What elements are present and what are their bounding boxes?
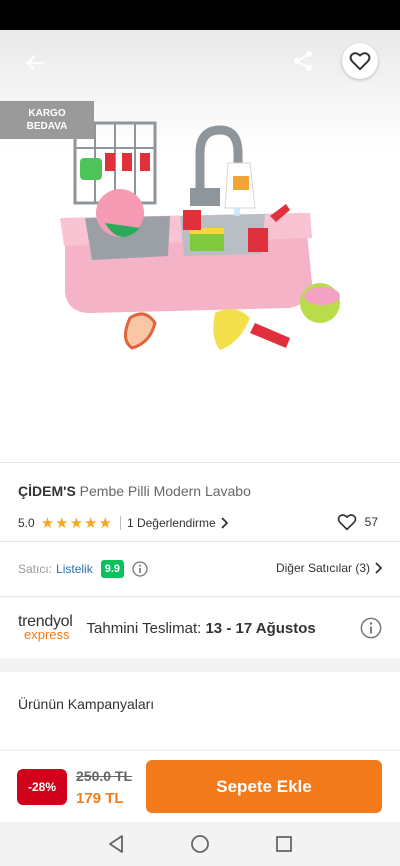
brand-name[interactable]: ÇİDEM'S	[18, 483, 76, 499]
favorite-button[interactable]	[342, 43, 378, 79]
purchase-bar: -28% 250.0 TL 179 TL Sepete Ekle	[0, 750, 400, 822]
nav-home-button[interactable]	[189, 833, 211, 855]
top-navigation	[0, 30, 400, 92]
star-icon: ★	[98, 514, 112, 532]
divider	[0, 541, 400, 542]
likes-count: 57	[364, 515, 378, 529]
star-icon: ★	[55, 514, 69, 532]
other-sellers-label: Diğer Satıcılar (3)	[275, 561, 370, 575]
seller-label: Satıcı:	[18, 562, 53, 576]
rating-score: 5.0	[18, 516, 35, 530]
badge-line-1: KARGO	[28, 108, 66, 119]
trendyol-express-logo: trendyol express	[18, 614, 73, 642]
seller-score-badge: 9.9	[100, 560, 124, 578]
star-icon: ★	[40, 514, 55, 532]
system-navigation-bar	[0, 822, 400, 866]
reviews-label: 1 Değerlendirme	[126, 516, 216, 530]
free-shipping-badge: KARGO BEDAVA	[0, 101, 94, 139]
divider	[0, 596, 400, 597]
logo-sub: express	[24, 627, 70, 642]
chevron-right-icon	[221, 517, 228, 529]
divider	[119, 516, 121, 530]
reviews-link[interactable]: 1 Değerlendirme	[127, 516, 228, 530]
info-circle-icon[interactable]	[360, 617, 382, 639]
back-button[interactable]	[20, 48, 50, 78]
info-circle-icon[interactable]	[132, 561, 148, 577]
nav-recents-button[interactable]	[273, 833, 295, 855]
heart-outline-icon	[337, 514, 356, 531]
arrow-left-icon	[26, 55, 44, 71]
star-icon: ★	[69, 514, 84, 532]
square-recents-icon	[276, 836, 292, 852]
status-bar	[0, 0, 400, 30]
share-icon	[294, 51, 312, 71]
delivery-row: trendyol express Tahmini Teslimat: 13 - …	[18, 610, 382, 646]
rating-stars: ★ ★ ★ ★ ★	[41, 516, 112, 531]
rating-row: 5.0 ★ ★ ★ ★ ★ 1 Değerlendirme 57	[18, 513, 382, 533]
product-title: ÇİDEM'S Pembe Pilli Modern Lavabo	[18, 483, 251, 499]
badge-line-2: BEDAVA	[26, 121, 68, 132]
current-price: 179 TL	[76, 790, 124, 807]
product-name: Pembe Pilli Modern Lavabo	[79, 483, 251, 499]
delivery-dates: 13 - 17 Ağustos	[205, 619, 316, 637]
old-price: 250.0 TL	[76, 768, 133, 784]
triangle-back-icon	[109, 835, 123, 853]
seller-row: Satıcı: Listelik 9.9 Diğer Satıcılar (3)	[18, 558, 382, 580]
discount-badge: -28%	[17, 769, 67, 805]
add-to-cart-button[interactable]: Sepete Ekle	[146, 760, 382, 813]
other-sellers-link[interactable]: Diğer Satıcılar (3)	[276, 561, 382, 575]
delivery-estimate: Tahmini Teslimat: 13 - 17 Ağustos	[87, 620, 316, 637]
star-icon: ★	[84, 514, 98, 532]
product-image	[60, 121, 340, 350]
likes[interactable]: 57	[337, 513, 378, 531]
share-button[interactable]	[288, 46, 318, 76]
nav-back-button[interactable]	[105, 833, 127, 855]
divider	[0, 462, 400, 463]
heart-outline-icon	[349, 52, 371, 71]
campaigns-section-title[interactable]: Ürünün Kampanyaları	[18, 696, 154, 712]
circle-home-icon	[191, 835, 209, 853]
section-separator	[0, 658, 400, 672]
delivery-label: Tahmini Teslimat:	[86, 619, 202, 637]
chevron-right-icon	[375, 562, 382, 574]
seller-name[interactable]: Listelik	[56, 562, 93, 576]
